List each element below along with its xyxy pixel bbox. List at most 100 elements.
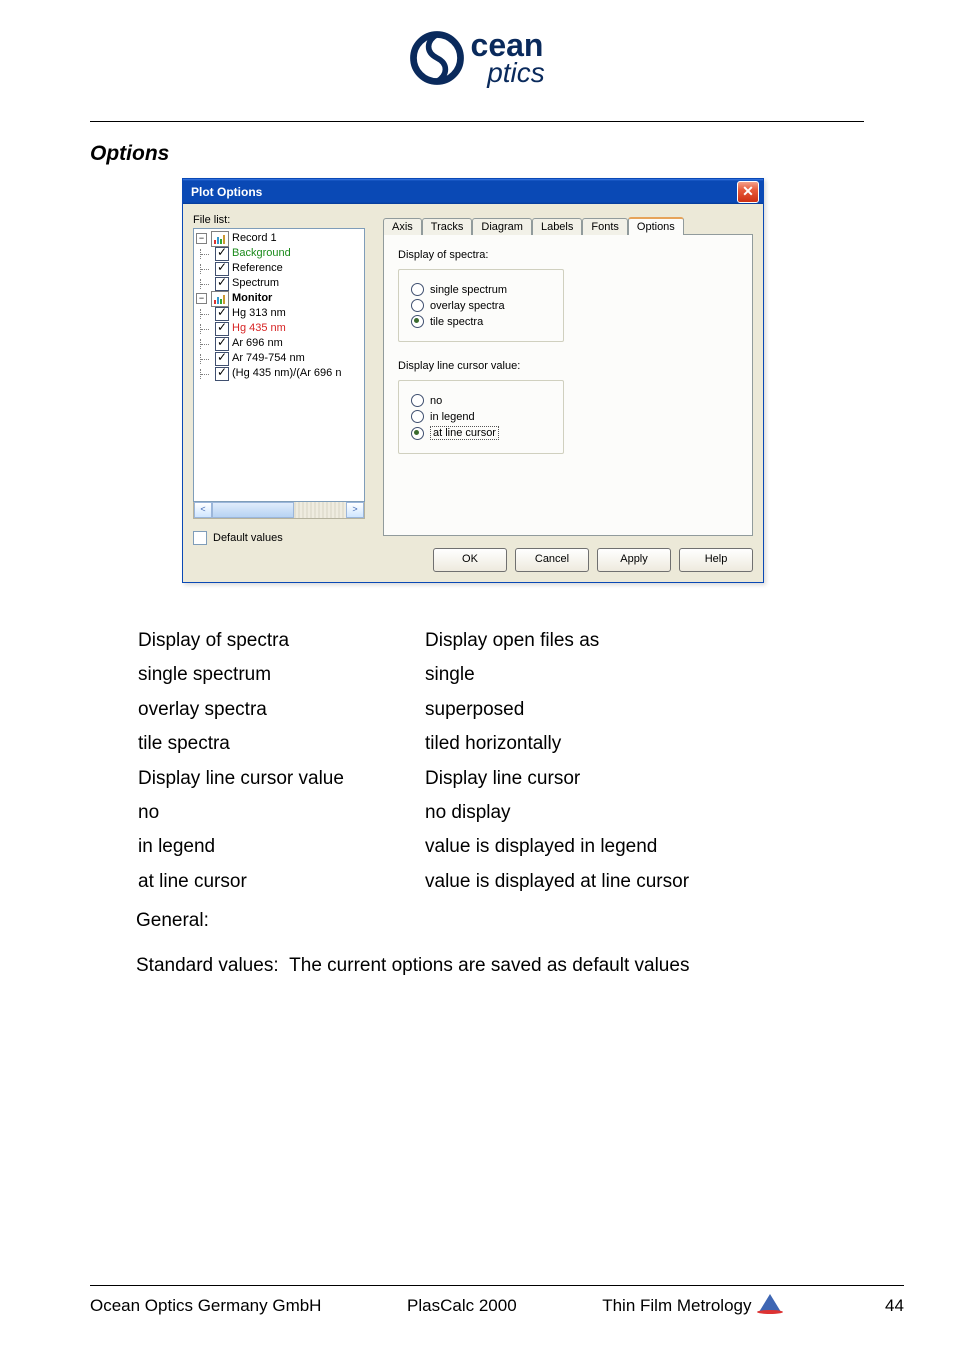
tree-item[interactable]: Hg 435 nm (196, 321, 364, 336)
explain-row: overlay spectrasuperposed (138, 694, 689, 726)
radio-icon (411, 427, 424, 440)
tree-label: Ar 749-754 nm (232, 351, 305, 366)
explain-row: Display line cursor valueDisplay line cu… (138, 763, 689, 795)
file-list-tree[interactable]: − Record 1 Background Reference Spectrum… (193, 228, 365, 502)
explain-row: tile spectratiled horizontally (138, 728, 689, 760)
display-spectra-group: single spectrum overlay spectra tile spe… (398, 269, 564, 342)
tab-fonts[interactable]: Fonts (582, 218, 628, 235)
checkbox-icon[interactable] (215, 337, 229, 351)
footer-center: PlasCalc 2000 (407, 1296, 517, 1316)
default-values-checkbox[interactable] (193, 531, 207, 545)
checkbox-icon[interactable] (215, 262, 229, 276)
tab-axis[interactable]: Axis (383, 218, 422, 235)
radio-tile-spectra[interactable]: tile spectra (411, 315, 551, 328)
tree-label: Spectrum (232, 276, 279, 291)
page-number: 44 (885, 1296, 904, 1316)
radio-label: tile spectra (430, 316, 483, 328)
group1-title: Display of spectra: (398, 249, 738, 261)
tab-options[interactable]: Options (628, 217, 684, 235)
explain-row: in legendvalue is displayed in legend (138, 831, 689, 863)
tree-label: Background (232, 246, 291, 261)
radio-overlay-spectra[interactable]: overlay spectra (411, 299, 551, 312)
checkbox-icon[interactable] (215, 247, 229, 261)
checkbox-icon[interactable] (215, 322, 229, 336)
logo: cean ptics (90, 30, 864, 91)
footer-left: Ocean Optics Germany GmbH (90, 1296, 321, 1316)
radio-icon (411, 315, 424, 328)
tree-item[interactable]: Reference (196, 261, 364, 276)
radio-in-legend[interactable]: in legend (411, 410, 551, 423)
dialog-title: Plot Options (191, 185, 262, 199)
checkbox-icon[interactable] (215, 367, 229, 381)
tree-item[interactable]: (Hg 435 nm)/(Ar 696 n (196, 366, 364, 381)
tree-item[interactable]: Ar 696 nm (196, 336, 364, 351)
tab-labels[interactable]: Labels (532, 218, 582, 235)
radio-no[interactable]: no (411, 394, 551, 407)
help-button[interactable]: Help (679, 548, 753, 572)
radio-label: at line cursor (430, 426, 499, 440)
tree-node-monitor[interactable]: − Monitor (196, 291, 364, 306)
radio-single-spectrum[interactable]: single spectrum (411, 283, 551, 296)
file-list-label: File list: (193, 214, 365, 226)
apply-button[interactable]: Apply (597, 548, 671, 572)
scroll-right-icon[interactable]: > (346, 502, 364, 518)
tree-label: Hg 435 nm (232, 321, 286, 336)
logo-text-top: cean (469, 31, 545, 60)
titlebar: Plot Options ✕ (183, 179, 763, 204)
radio-icon (411, 299, 424, 312)
options-explanation: Display of spectraDisplay open files as … (136, 623, 864, 981)
footer-right: Thin Film Metrology (602, 1296, 751, 1316)
default-values-label: Default values (213, 532, 283, 544)
explain-row: at line cursorvalue is displayed at line… (138, 866, 689, 898)
general-label: General: (136, 906, 864, 936)
cancel-button[interactable]: Cancel (515, 548, 589, 572)
plot-options-dialog: Plot Options ✕ File list: − Record 1 (182, 178, 764, 583)
scrollbar-track[interactable] (212, 502, 346, 518)
tree-label: Ar 696 nm (232, 336, 283, 351)
explain-row: single spectrumsingle (138, 659, 689, 691)
tab-panel-options: Display of spectra: single spectrum over… (383, 235, 753, 536)
radio-label: no (430, 395, 442, 407)
radio-label: overlay spectra (430, 300, 505, 312)
display-cursor-group: no in legend at line cursor (398, 380, 564, 454)
tree-label: Reference (232, 261, 283, 276)
close-icon[interactable]: ✕ (737, 181, 759, 203)
mikropack-logo-icon (755, 1292, 785, 1319)
tree-label: Hg 313 nm (232, 306, 286, 321)
tree-item[interactable]: Background (196, 246, 364, 261)
checkbox-icon[interactable] (215, 352, 229, 366)
ocean-optics-logo-icon (409, 30, 465, 86)
radio-at-line-cursor[interactable]: at line cursor (411, 426, 551, 440)
top-rule (90, 121, 864, 122)
tab-strip: Axis Tracks Diagram Labels Fonts Options (383, 214, 753, 235)
radio-label: single spectrum (430, 284, 507, 296)
explain-row: Display of spectraDisplay open files as (138, 625, 689, 657)
horizontal-scrollbar[interactable]: < > (193, 502, 365, 519)
footer-rule (90, 1285, 904, 1286)
tree-node-record[interactable]: − Record 1 (196, 231, 364, 246)
section-heading: Options (90, 142, 864, 166)
scroll-left-icon[interactable]: < (194, 502, 212, 518)
tree-label: Monitor (232, 291, 272, 306)
tree-item[interactable]: Ar 749-754 nm (196, 351, 364, 366)
logo-text-bottom: ptics (487, 60, 545, 85)
radio-icon (411, 410, 424, 423)
collapse-icon[interactable]: − (196, 233, 207, 244)
scrollbar-thumb[interactable] (212, 502, 294, 518)
ok-button[interactable]: OK (433, 548, 507, 572)
radio-label: in legend (430, 411, 475, 423)
tree-label: (Hg 435 nm)/(Ar 696 n (232, 366, 341, 381)
standard-values-line: Standard values: The current options are… (136, 951, 864, 981)
collapse-icon[interactable]: − (196, 293, 207, 304)
explain-row: nono display (138, 797, 689, 829)
tree-item[interactable]: Spectrum (196, 276, 364, 291)
footer: Ocean Optics Germany GmbH PlasCalc 2000 … (90, 1292, 904, 1319)
checkbox-icon[interactable] (215, 277, 229, 291)
checkbox-icon[interactable] (215, 307, 229, 321)
radio-icon (411, 394, 424, 407)
tree-label: Record 1 (232, 231, 277, 246)
group2-title: Display line cursor value: (398, 360, 738, 372)
tab-diagram[interactable]: Diagram (472, 218, 532, 235)
tree-item[interactable]: Hg 313 nm (196, 306, 364, 321)
tab-tracks[interactable]: Tracks (422, 218, 473, 235)
